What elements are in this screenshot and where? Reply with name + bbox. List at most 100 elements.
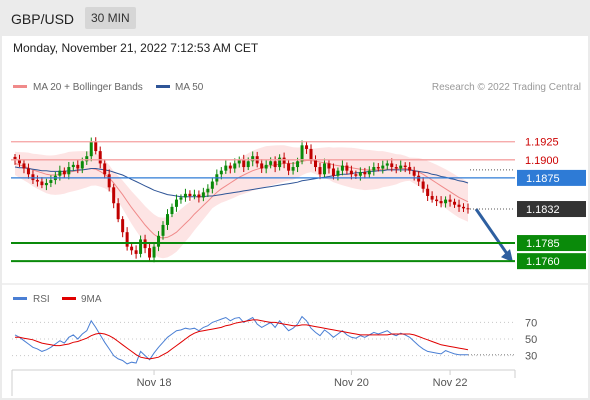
candle-body — [80, 161, 84, 169]
x-axis-label: Nov 22 — [433, 377, 468, 389]
candle-body — [206, 188, 210, 193]
candle-body — [152, 246, 156, 258]
rsi-tick-label: 50 — [525, 334, 537, 346]
candle-body — [318, 167, 322, 175]
level-label: 1.1760 — [526, 256, 560, 268]
candle-body — [251, 156, 255, 162]
candle-body — [188, 193, 192, 196]
candle-body — [372, 167, 376, 171]
candle-body — [228, 165, 232, 169]
candle-body — [183, 193, 187, 198]
candle-body — [67, 167, 71, 175]
candle-body — [408, 167, 412, 171]
candle-body — [134, 250, 138, 254]
rsi-line — [14, 315, 468, 365]
candle-body — [224, 165, 228, 171]
candle-body — [219, 170, 223, 175]
candle-body — [403, 165, 407, 168]
chart-svg: MA 20 + Bollinger Bands MA 50 Research ©… — [2, 82, 588, 396]
candle-body — [161, 224, 165, 236]
candle-body — [192, 194, 196, 196]
candle-body — [31, 174, 35, 181]
candle-body — [381, 165, 385, 169]
candle-body — [345, 165, 349, 171]
candle-body — [462, 206, 466, 209]
candle-body — [331, 168, 335, 176]
candle-body — [349, 170, 353, 175]
candle-body — [287, 163, 291, 171]
rsi-tick-label: 70 — [525, 317, 537, 329]
candle-body — [457, 204, 461, 207]
level-label: 1.1925 — [525, 137, 559, 149]
rsi-tick-label: 30 — [525, 351, 537, 363]
candle-body — [139, 239, 143, 254]
legend-label-ma20: MA 20 + Bollinger Bands — [33, 82, 143, 93]
legend-swatch-9ma — [62, 297, 76, 300]
candle-body — [71, 164, 75, 168]
level-label: 1.1875 — [526, 173, 560, 185]
candle-body — [246, 161, 250, 168]
candle-body — [376, 167, 380, 169]
candle-body — [197, 194, 201, 198]
candle-body — [121, 219, 125, 233]
legend-swatch-ma50 — [156, 85, 170, 88]
candle-body — [426, 188, 430, 196]
legend-label-rsi: RSI — [33, 294, 50, 305]
candle-body — [466, 208, 470, 210]
price-legend: MA 20 + Bollinger Bands MA 50 — [13, 82, 204, 93]
rsi-legend: RSI 9MA — [13, 294, 102, 305]
candle-body — [278, 157, 282, 168]
candle-body — [448, 199, 452, 202]
candle-body — [390, 163, 394, 168]
candle-body — [125, 232, 129, 247]
candle-body — [322, 163, 326, 175]
candle-body — [367, 170, 371, 175]
candle-body — [363, 172, 367, 175]
candle-body — [130, 246, 134, 251]
forecast-arrow-shaft — [474, 208, 510, 256]
candle-body — [210, 181, 214, 189]
candle-body — [439, 201, 443, 204]
candle-body — [358, 172, 362, 176]
candle-body — [412, 170, 416, 176]
candle-body — [165, 214, 169, 225]
candle-body — [112, 187, 116, 204]
candle-body — [444, 199, 448, 204]
candle-body — [300, 145, 304, 162]
level-label: 1.1785 — [526, 238, 560, 250]
candle-body — [49, 180, 53, 183]
candle-body — [291, 167, 295, 171]
candle-body — [170, 206, 174, 215]
candle-body — [107, 174, 111, 188]
candle-body — [435, 199, 439, 202]
candle-body — [40, 181, 44, 186]
candle-body — [385, 163, 389, 166]
candle-body — [305, 145, 309, 149]
candle-body — [336, 170, 340, 176]
candle-body — [85, 156, 89, 162]
candle-body — [98, 151, 102, 164]
candle-body — [103, 163, 107, 175]
candle-body — [35, 180, 39, 182]
candle-body — [89, 141, 93, 157]
candle-body — [282, 157, 286, 164]
candle-body — [269, 161, 273, 165]
legend-swatch-ma20 — [13, 85, 27, 88]
candle-body — [76, 164, 80, 169]
legend-label-ma50: MA 50 — [175, 82, 204, 93]
candle-body — [273, 161, 277, 168]
candle-body — [340, 165, 344, 171]
candle-body — [453, 201, 457, 205]
candle-body — [264, 164, 268, 169]
candle-body — [394, 167, 398, 169]
candle-body — [327, 163, 331, 169]
candle-body — [26, 168, 30, 175]
candle-body — [417, 175, 421, 182]
candle-body — [116, 203, 120, 220]
candle-body — [354, 174, 358, 176]
x-axis-label: Nov 18 — [137, 377, 172, 389]
level-label: 1.1900 — [525, 155, 559, 167]
level-label: 1.1832 — [526, 204, 560, 216]
candle-body — [260, 163, 264, 169]
candle-body — [296, 161, 300, 168]
